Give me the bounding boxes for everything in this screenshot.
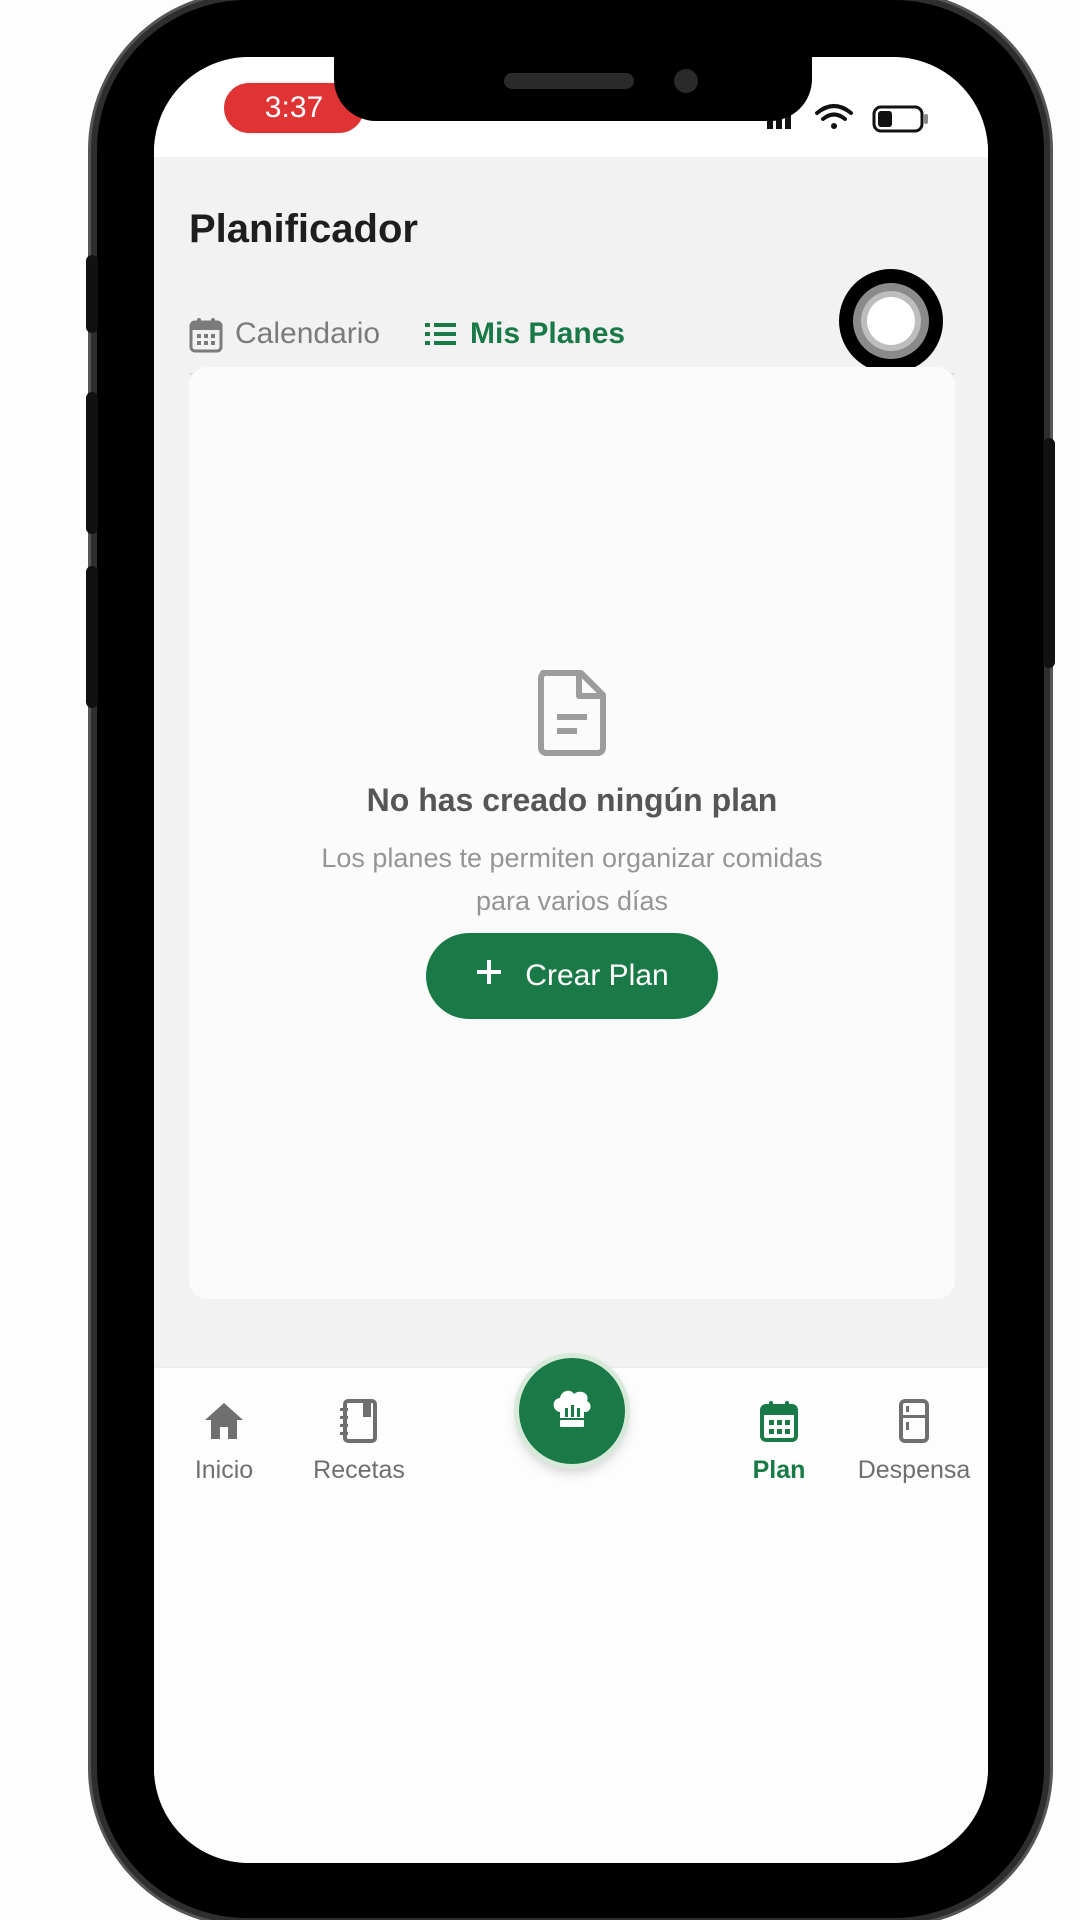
tab-calendario[interactable]: Calendario (189, 317, 380, 373)
assistive-ring-inner (867, 297, 915, 345)
empty-state-subtitle: Los planes te permiten organizar comidas… (189, 837, 955, 923)
empty-state-subtitle-line2: para varios días (475, 886, 669, 916)
empty-state-subtitle-line1: Los planes te permiten organizar comidas (321, 843, 823, 873)
tab-mis-planes[interactable]: Mis Planes (424, 317, 625, 373)
empty-state-title: No has creado ningún plan (366, 782, 778, 818)
tab-mis-planes-label: Mis Planes (470, 317, 626, 350)
nav-label-inicio: Inicio (194, 1456, 254, 1484)
create-plan-label: Crear Plan (525, 959, 669, 992)
plans-card: No has creado ningún plan Los planes te … (189, 367, 955, 1299)
page-title: Planificador (189, 207, 418, 251)
list-icon (424, 317, 458, 359)
nav-item-recetas[interactable]: Recetas (289, 1398, 429, 1485)
nav-label-despensa: Despensa (857, 1456, 971, 1484)
volume-up-button (86, 392, 98, 534)
tab-calendario-label: Calendario (235, 317, 381, 350)
bottom-navigation: Inicio Recetas Plan Despensa (154, 1358, 988, 1863)
chef-hat-icon (550, 1388, 594, 1435)
nav-label-plan: Plan (752, 1456, 806, 1484)
nav-item-despensa[interactable]: Despensa (844, 1398, 984, 1485)
speaker-grille (504, 73, 634, 89)
front-camera (674, 69, 698, 93)
calendar-icon (709, 1398, 849, 1444)
nav-item-inicio[interactable]: Inicio (154, 1398, 294, 1485)
battery-icon (872, 105, 928, 133)
nav-label-recetas: Recetas (313, 1456, 405, 1484)
volume-down-button (86, 566, 98, 708)
calendar-icon (189, 317, 223, 361)
nav-item-plan[interactable]: Plan (709, 1398, 849, 1485)
document-icon (537, 670, 607, 761)
wifi-icon (815, 104, 853, 129)
notch (334, 57, 812, 121)
recipe-book-icon (289, 1398, 429, 1444)
plus-icon (475, 958, 503, 994)
create-plan-button[interactable]: Crear Plan (426, 933, 718, 1019)
app-screen: 3:37 Planificador Calendario Mis Planes … (154, 57, 988, 1863)
power-button (1043, 438, 1055, 668)
home-icon (154, 1398, 294, 1444)
fridge-icon (844, 1398, 984, 1444)
center-action-button[interactable] (519, 1358, 625, 1464)
assistive-touch-button[interactable] (839, 269, 943, 373)
mute-switch (86, 255, 98, 333)
